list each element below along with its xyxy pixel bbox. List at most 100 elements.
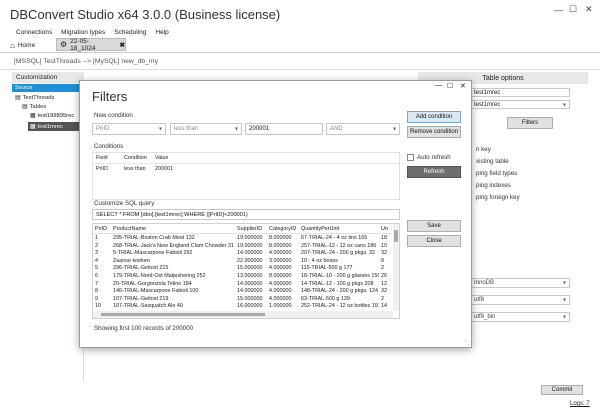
dialog-close-icon[interactable]: ✕: [460, 82, 466, 90]
grid-cell-unit: 9: [381, 257, 384, 264]
menu-scheduling[interactable]: Scheduling: [114, 29, 146, 36]
refresh-button[interactable]: Refresh: [407, 166, 461, 178]
horizontal-scrollbar[interactable]: [93, 311, 393, 318]
operator-dropdown[interactable]: less than ▾: [170, 123, 242, 135]
table-row[interactable]: PriID less than 200001: [93, 165, 399, 174]
grid-header-cell[interactable]: SupplierID: [237, 226, 262, 232]
commit-button-label: Commit: [551, 387, 573, 393]
grid-cell-supplier: 15.000000: [237, 295, 263, 302]
save-button[interactable]: Save: [407, 220, 461, 232]
vertical-scroll-thumb[interactable]: [394, 230, 398, 242]
engine-value: InnoDB: [474, 280, 495, 286]
left-panel-header: Customization: [12, 72, 84, 83]
tab-close-icon[interactable]: ✖: [120, 41, 125, 49]
grid-cell-quantity: 14-TRIAL-12 - 100 g pkgs 208: [301, 280, 374, 287]
grid-cell-unit: 14: [381, 303, 387, 310]
operator-dropdown-value: less than: [174, 126, 199, 132]
table-icon: ▦: [30, 113, 36, 119]
collation-dropdown[interactable]: utf8_bin ▾: [470, 312, 570, 322]
auto-refresh-label: Auto refresh: [417, 154, 451, 161]
table-row[interactable]: 2 268-TRIAL-Jack's New England Clam Chowd…: [93, 243, 393, 251]
grid-cell-product: 296-TRIAL-Geitost 215: [113, 265, 169, 272]
table-row[interactable]: 8 146-TRIAL-Mascarpone Fabioli 100 14.0000…: [93, 288, 393, 296]
condition-operator-cell: less than: [124, 166, 146, 172]
grid-cell-priid: 9: [95, 295, 98, 302]
table-row[interactable]: 9 107-TRIAL-Geitost 219 15.000000 4.000000 6…: [93, 296, 393, 304]
remove-condition-button[interactable]: Remove condition: [407, 126, 461, 138]
grid-cell-supplier: 13.000000: [237, 273, 263, 279]
maximize-icon[interactable]: ☐: [569, 4, 577, 15]
logic-dropdown[interactable]: AND ▾: [326, 123, 400, 135]
conditions-header-value: Value: [155, 155, 169, 161]
chevron-down-icon: ▾: [562, 297, 566, 304]
menu-help[interactable]: Help: [155, 29, 168, 36]
table-dropdown[interactable]: test1mrec ▾: [470, 100, 570, 109]
option-label: n key: [476, 146, 491, 153]
tree-tables[interactable]: ▤ Tables: [22, 104, 46, 110]
grid-body: 1 295-TRIAL-Boston Crab Meat 132 19.000000…: [93, 235, 393, 311]
resize-grip-icon[interactable]: ⋱: [464, 339, 470, 346]
table-row[interactable]: 1 295-TRIAL-Boston Crab Meat 132 19.000000…: [93, 235, 393, 243]
menu-connections[interactable]: Connections: [16, 29, 52, 36]
grid-cell-priid: 5: [95, 265, 98, 272]
tab-session[interactable]: ⚙ 22-05-18_1024 ✖: [56, 38, 126, 52]
grid-header-cell[interactable]: CategoryID: [269, 226, 296, 232]
table-row[interactable]: 10 197-TRIAL-Sasquatch Ale 40 16.000000 1.0…: [93, 303, 393, 311]
dialog-maximize-icon[interactable]: ☐: [447, 82, 453, 90]
dialog-minimize-icon[interactable]: —: [435, 82, 442, 89]
grid-cell-category: 8.000000: [269, 235, 292, 241]
tree-db[interactable]: ▤ TestThreads: [15, 95, 54, 101]
grid-cell-quantity: 252-TRIAL-24 - 12 oz bottles 197: [301, 303, 379, 310]
sql-query-input[interactable]: SELECT * FROM [dbo].[test1mrec] WHERE ([…: [92, 209, 400, 220]
condition-value-cell: 200001: [155, 166, 173, 172]
condition-value-text: 200001: [249, 126, 270, 132]
field-dropdown-value: PriID: [96, 126, 110, 132]
grid-header-cell[interactable]: QuantityPerUnit: [301, 226, 339, 232]
sql-label: Customize SQL query: [94, 200, 155, 207]
tree-item-selected[interactable]: ▦ test1mrec: [28, 122, 84, 131]
option-label: xisting table: [476, 158, 509, 165]
add-condition-label: Add condition: [415, 114, 453, 120]
tab-divider: [0, 52, 600, 53]
close-button[interactable]: Close: [407, 235, 461, 247]
option-label: ping field types: [476, 170, 518, 177]
breadcrumb-divider: [0, 69, 600, 70]
grid-cell-supplier: 19.000000: [237, 242, 263, 249]
grid-header-cell[interactable]: ProductName: [113, 226, 146, 232]
charset-dropdown[interactable]: utf8 ▾: [470, 295, 570, 305]
grid-cell-unit: 2: [381, 265, 384, 272]
condition-value-input[interactable]: 200001: [245, 123, 323, 135]
close-icon[interactable]: ✕: [585, 4, 593, 15]
table-row[interactable]: 3 5-TRIAL-Mascarpone Fabioli 292 14.000000…: [93, 250, 393, 258]
grid-header-cell[interactable]: Un: [381, 226, 388, 232]
table-row[interactable]: 6 179-TRIAL-Nord-Ost Matjeshering 252 13.0…: [93, 273, 393, 281]
field-dropdown[interactable]: PriID ▾: [92, 123, 166, 135]
tab-home[interactable]: ⌂ Home: [10, 39, 50, 51]
tree-item[interactable]: ▦ test199895rec: [30, 113, 74, 119]
add-condition-button[interactable]: Add condition: [407, 111, 461, 123]
grid-cell-quantity: 257-TRIAL-12 - 12 oz cans 186: [301, 242, 377, 249]
grid-cell-unit: 18: [381, 235, 387, 241]
minimize-icon[interactable]: —: [554, 5, 563, 15]
horizontal-scroll-thumb[interactable]: [101, 313, 265, 316]
vertical-scrollbar[interactable]: [393, 224, 399, 311]
left-panel-header-label: Customization: [16, 74, 58, 81]
condition-field-cell: PriID: [96, 166, 108, 172]
grid-cell-quantity: 63-TRIAL-500 g 139: [301, 295, 350, 302]
table-name-value: test1mrec: [474, 89, 501, 96]
grid-header-cell[interactable]: PriID: [95, 226, 107, 232]
filters-dialog: — ☐ ✕ Filters New condition PriID ▾ less…: [79, 80, 472, 348]
engine-dropdown[interactable]: InnoDB ▾: [470, 278, 570, 288]
table-row[interactable]: 4 Zaanse koeken 22.000000 3.000000 10 - 4 oz…: [93, 258, 393, 266]
commit-button[interactable]: Commit: [541, 385, 583, 395]
logs-link[interactable]: Logs: 7: [570, 401, 590, 407]
menu-migration-types[interactable]: Migration types: [61, 29, 105, 36]
auto-refresh-checkbox[interactable]: [407, 154, 414, 161]
table-name-field[interactable]: test1mrec: [470, 88, 570, 97]
table-row[interactable]: 7 20-TRIAL-Gorgonzola Telino 184 14.000000…: [93, 281, 393, 289]
table-row[interactable]: 5 296-TRIAL-Geitost 215 15.000000 4.000000 1…: [93, 265, 393, 273]
grid-cell-category: 4.000000: [269, 280, 292, 287]
filters-button[interactable]: Filters: [507, 117, 553, 129]
conditions-header-divider: [93, 163, 399, 164]
grid-cell-quantity: 67-TRIAL-24 - 4 oz tins 165: [301, 235, 368, 241]
